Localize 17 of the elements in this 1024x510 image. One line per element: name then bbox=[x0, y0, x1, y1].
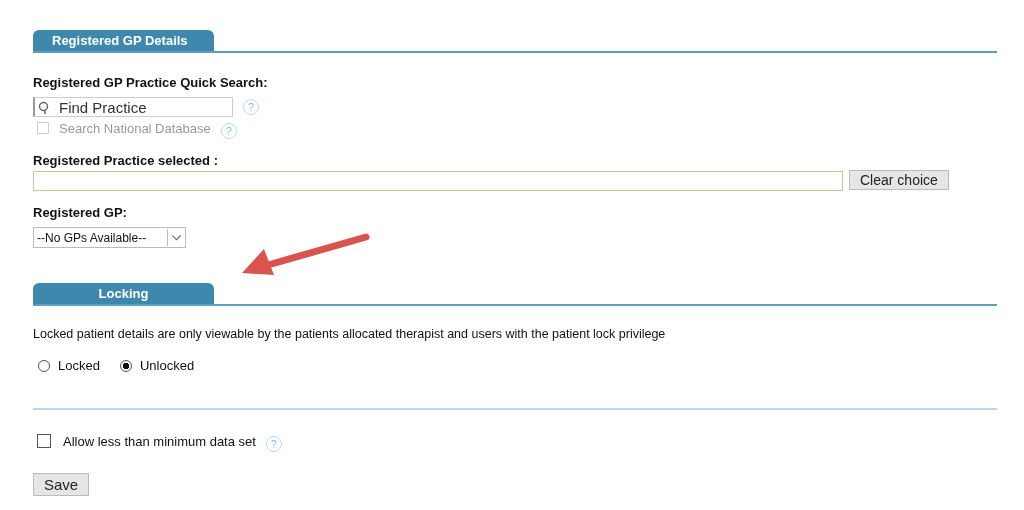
input-field[interactable] bbox=[33, 171, 843, 191]
radio-label: Locked bbox=[58, 358, 100, 373]
description-text: Locked patient details are only viewable by the patients allocated therapist and users with the patient lock privilege bbox=[33, 327, 667, 341]
gp-dropdown[interactable]: --No GPs Available-- bbox=[33, 227, 186, 248]
radio-label: Unlocked bbox=[139, 358, 195, 373]
search-field[interactable]: Find Practice bbox=[33, 97, 233, 117]
clear-choice-button[interactable]: Clear choice bbox=[849, 170, 949, 190]
field-label: Registered GP Practice Quick Search: bbox=[33, 75, 269, 91]
save-button[interactable]: Save bbox=[33, 473, 90, 496]
search-icon bbox=[38, 101, 50, 115]
radio-button[interactable] bbox=[119, 359, 132, 372]
radio-button[interactable] bbox=[38, 359, 50, 372]
field-label: Registered Practice selected : bbox=[33, 153, 219, 169]
checkbox-label: Allow less than minimum data set bbox=[63, 433, 256, 449]
checkbox-label: Search National Database bbox=[59, 120, 211, 136]
checkbox[interactable] bbox=[37, 434, 51, 448]
field-label: Registered GP: bbox=[33, 205, 128, 221]
